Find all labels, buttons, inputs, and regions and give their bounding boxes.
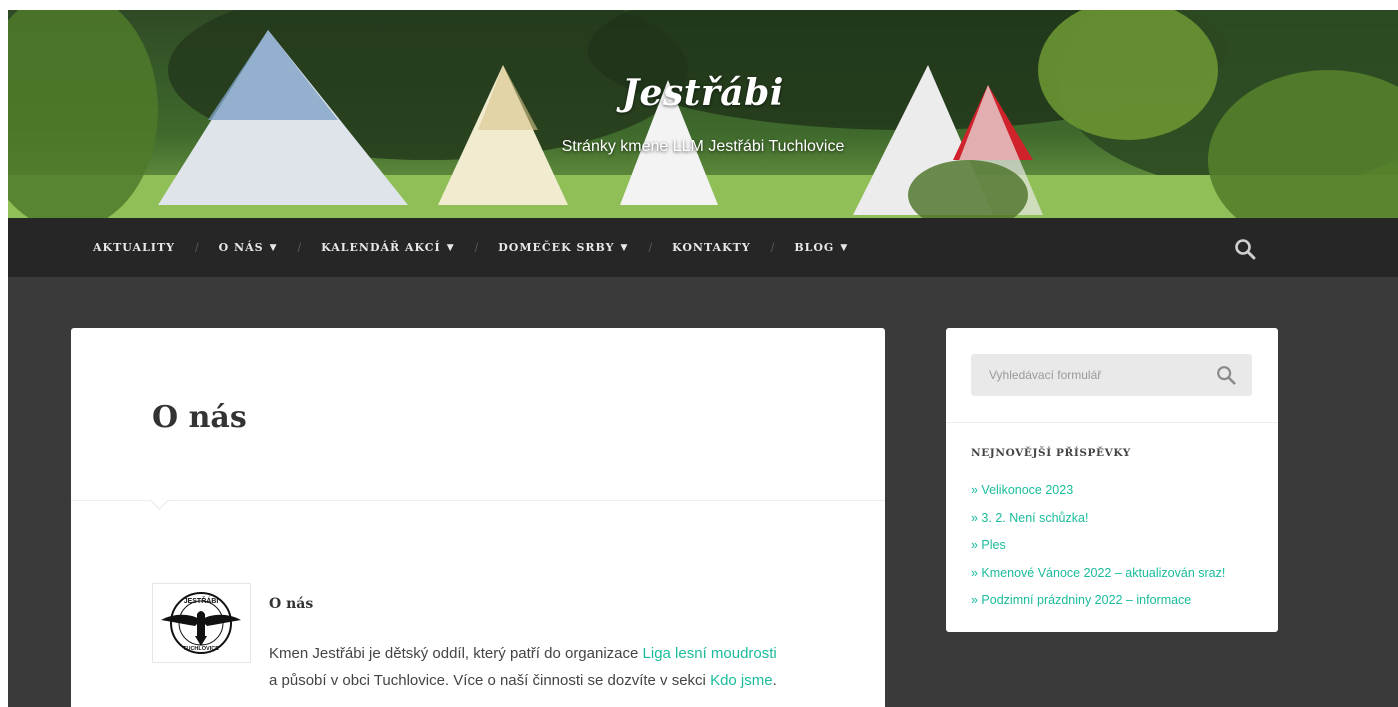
caret-down-icon: ▼ [840, 242, 849, 253]
title-divider [71, 500, 885, 501]
nav-item-domecek-srby[interactable]: DOMEČEK SRBY ▼ [498, 241, 628, 254]
divider-notch [150, 491, 169, 510]
nav-separator: / [770, 240, 775, 255]
caret-down-icon: ▼ [446, 242, 455, 253]
nav-separator: / [195, 240, 199, 255]
nav-item-aktuality[interactable]: AKTUALITY [93, 241, 175, 254]
nav-item-label: AKTUALITY [93, 241, 175, 254]
list-item: » Velikonoce 2023 [971, 477, 1225, 505]
nav-separator: / [474, 240, 479, 255]
sidebar: NEJNOVĚJŠÍ PŘÍSPĚVKY » Velikonoce 2023 »… [946, 328, 1278, 632]
search-submit-button[interactable] [1215, 364, 1237, 386]
logo-text-bottom: TUCHLOVICE [183, 646, 219, 652]
nav-separator: / [297, 240, 302, 255]
site-title[interactable]: Jestřábi [8, 72, 1398, 114]
about-text: Kmen Jestřábi je dětský oddíl, který pat… [269, 640, 829, 694]
about-text-part: Kmen Jestřábi je dětský oddíl, který pat… [269, 645, 643, 662]
nav-separator: / [648, 240, 653, 255]
list-item: » Kmenové Vánoce 2022 – aktualizován sra… [971, 560, 1225, 588]
nav-item-label: O NÁS [218, 241, 264, 254]
nav-item-blog[interactable]: BLOG ▼ [794, 241, 848, 254]
nav-item-label: KONTAKTY [672, 241, 751, 254]
nav-item-o-nas[interactable]: O NÁS ▼ [219, 241, 278, 254]
hawk-logo-icon: JESTŘÁBI TUCHLOVICE [161, 592, 241, 654]
header-banner: Jestřábi Stránky kmene LLM Jestřábi Tuch… [8, 10, 1398, 218]
page-title: O nás [152, 400, 247, 435]
link-kdo-jsme[interactable]: Kdo jsme [710, 672, 773, 689]
nav-item-label: KALENDÁŘ AKCÍ [321, 241, 441, 254]
about-text-part: a působí v obci Tuchlovice. Více o naší … [269, 672, 711, 689]
recent-posts-title: NEJNOVĚJŠÍ PŘÍSPĚVKY [971, 447, 1131, 459]
nav-search-button[interactable] [1233, 237, 1257, 261]
recent-posts-list: » Velikonoce 2023 » 3. 2. Není schůzka! … [971, 477, 1225, 615]
caret-down-icon: ▼ [269, 242, 278, 253]
list-item: » 3. 2. Není schůzka! [971, 505, 1225, 533]
logo-text-top: JESTŘÁBI [184, 596, 219, 605]
recent-post-link[interactable]: » 3. 2. Není schůzka! [971, 511, 1088, 525]
tribe-logo: JESTŘÁBI TUCHLOVICE [152, 583, 251, 663]
nav-item-kalendar-akci[interactable]: KALENDÁŘ AKCÍ ▼ [321, 241, 455, 254]
caret-down-icon: ▼ [620, 242, 629, 253]
list-item: » Ples [971, 532, 1225, 560]
list-item: » Podzimní prázdniny 2022 – informace [971, 587, 1225, 615]
header-photo [8, 10, 1398, 218]
about-text-part: . [772, 672, 777, 689]
link-liga-lesni-moudrosti[interactable]: Liga lesní moudrosti [643, 645, 777, 662]
recent-post-link[interactable]: » Ples [971, 538, 1006, 552]
nav-item-label: BLOG [794, 241, 835, 254]
page-frame: Jestřábi Stránky kmene LLM Jestřábi Tuch… [8, 10, 1398, 707]
nav-list: AKTUALITY / O NÁS ▼ / KALENDÁŘ AKCÍ ▼ / … [93, 218, 848, 277]
recent-post-link[interactable]: » Podzimní prázdniny 2022 – informace [971, 593, 1191, 607]
search-icon [1235, 239, 1256, 260]
sidebar-divider [946, 422, 1278, 423]
search-icon [1217, 366, 1236, 385]
about-heading: O nás [269, 596, 314, 612]
site-tagline: Stránky kmene LLM Jestřábi Tuchlovice [561, 138, 845, 155]
nav-item-label: DOMEČEK SRBY [498, 241, 615, 254]
recent-post-link[interactable]: » Kmenové Vánoce 2022 – aktualizován sra… [971, 566, 1225, 580]
sidebar-search-form [971, 354, 1252, 396]
nav-item-kontakty[interactable]: KONTAKTY [672, 241, 751, 254]
recent-post-link[interactable]: » Velikonoce 2023 [971, 483, 1073, 497]
content-card: O nás JESTŘÁBI TUCHLOVICE O nás Kmen Jes… [71, 328, 885, 707]
search-input[interactable] [971, 354, 1201, 396]
main-nav: AKTUALITY / O NÁS ▼ / KALENDÁŘ AKCÍ ▼ / … [8, 218, 1398, 277]
